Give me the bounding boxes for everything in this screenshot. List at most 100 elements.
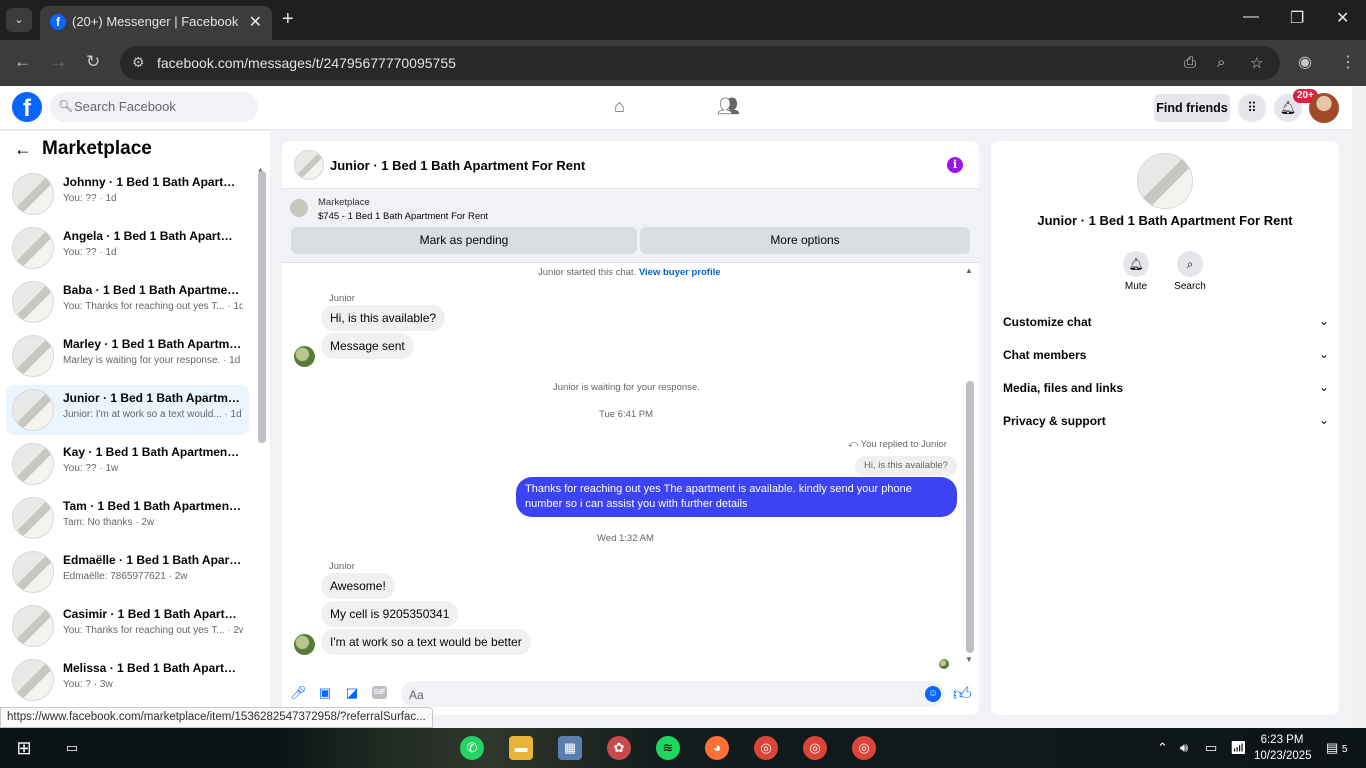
back-button[interactable]: ←: [14, 52, 31, 72]
back-arrow-icon[interactable]: ←: [14, 139, 32, 160]
windows-taskbar: ⊞ ▭ ✆ ▬ ▦ ✿ ≋ ◕ ◎ ◎ ◎ ⌃ 🔊︎ ▭ 📶︎ 6:23 PM …: [0, 728, 1366, 768]
mute-button[interactable]: 🔔︎ Mute: [1106, 251, 1166, 292]
conversation-item[interactable]: Angela · 1 Bed 1 Bath Apartmen... You: ?…: [6, 223, 249, 273]
clock-time: 6:23 PM: [1260, 734, 1304, 746]
browser-tab-bar: ⌄ f (20+) Messenger | Facebook ✕ + — ❐ ✕: [0, 0, 1366, 40]
reload-button[interactable]: ↻: [86, 52, 100, 72]
message-bubble-incoming[interactable]: I'm at work so a text would be better: [321, 629, 531, 655]
profile-icon[interactable]: ◉: [1298, 52, 1312, 72]
menu-grid-icon[interactable]: ⠿: [1238, 94, 1266, 122]
more-options-button[interactable]: More options: [640, 227, 970, 254]
sidebar-scrollbar[interactable]: [258, 171, 266, 443]
view-buyer-profile-link[interactable]: View buyer profile: [639, 267, 721, 278]
find-friends-button[interactable]: Find friends: [1154, 94, 1230, 122]
address-bar[interactable]: ⚙ facebook.com/messages/t/24795677770095…: [120, 46, 1280, 80]
photo-icon[interactable]: ▣: [317, 685, 333, 701]
section-label: Privacy & support: [1003, 414, 1106, 428]
conversation-item[interactable]: Edmaëlle · 1 Bed 1 Bath Apartm... Edmaël…: [6, 547, 249, 597]
message-input[interactable]: Aa ☺: [401, 681, 944, 707]
quoted-message[interactable]: Hi, is this available?: [855, 456, 957, 476]
chrome-icon[interactable]: ◎: [754, 736, 778, 760]
search-conversation-button[interactable]: ⌕ Search: [1160, 251, 1220, 292]
close-tab-icon[interactable]: ✕: [249, 12, 262, 32]
listing-title[interactable]: $745 - 1 Bed 1 Bath Apartment For Rent: [318, 211, 488, 222]
firefox-icon[interactable]: ◕: [705, 736, 729, 760]
taskbar-clock[interactable]: 6:23 PM 10/23/2025: [1254, 732, 1312, 764]
message-bubble-incoming[interactable]: Message sent: [321, 333, 414, 359]
emoji-icon[interactable]: ☺: [925, 686, 941, 702]
conversation-item[interactable]: Johnny · 1 Bed 1 Bath Apartmen... You: ?…: [6, 169, 249, 219]
privacy-support-section[interactable]: Privacy & support ⌄: [1003, 411, 1329, 433]
conversation-preview: Marley is waiting for your response. · 1…: [63, 355, 241, 366]
search-placeholder: Search Facebook: [74, 99, 176, 114]
new-tab-button[interactable]: +: [282, 8, 294, 30]
conversation-item[interactable]: Marley · 1 Bed 1 Bath Apartmen... Marley…: [6, 331, 249, 381]
conversation-item[interactable]: Kay · 1 Bed 1 Bath Apartment F... You: ?…: [6, 439, 249, 489]
restore-button[interactable]: ❐: [1290, 8, 1304, 28]
section-label: Customize chat: [1003, 315, 1092, 329]
sender-avatar[interactable]: [294, 634, 315, 655]
chat-avatar[interactable]: [294, 150, 324, 180]
chat-scroll-up-icon[interactable]: ▲: [965, 266, 973, 275]
chat-scroll-down-icon[interactable]: ▼: [965, 655, 973, 664]
file-explorer-icon[interactable]: ▬: [509, 736, 533, 760]
conversation-item-active[interactable]: Junior · 1 Bed 1 Bath Apartment... Junio…: [6, 385, 249, 435]
site-info-icon[interactable]: ⚙: [132, 54, 145, 71]
tab-search-button[interactable]: ⌄: [6, 8, 32, 32]
chat-members-section[interactable]: Chat members ⌄: [1003, 345, 1329, 367]
conversation-name: Marley · 1 Bed 1 Bath Apartmen...: [63, 337, 243, 351]
forward-button[interactable]: →: [50, 52, 67, 72]
media-files-links-section[interactable]: Media, files and links ⌄: [1003, 378, 1329, 400]
thumbs-up-icon[interactable]: 👍︎: [953, 683, 972, 705]
account-avatar[interactable]: [1309, 93, 1339, 123]
gif-icon[interactable]: GIF: [372, 686, 387, 699]
bookmark-star-icon[interactable]: ☆: [1250, 54, 1263, 72]
chrome-menu-icon[interactable]: ⋮: [1340, 52, 1356, 72]
conversation-item[interactable]: Baba · 1 Bed 1 Bath Apartment ... You: T…: [6, 277, 249, 327]
task-view-icon[interactable]: ▭: [60, 736, 84, 760]
spotify-icon[interactable]: ≋: [656, 736, 680, 760]
clock-date: 10/23/2025: [1254, 750, 1312, 762]
listing-avatar[interactable]: [1137, 153, 1193, 209]
message-bubble-incoming[interactable]: My cell is 9205350341: [321, 601, 459, 627]
show-hidden-icons-icon[interactable]: ⌃: [1157, 740, 1168, 756]
whatsapp-icon[interactable]: ✆: [460, 736, 484, 760]
battery-icon[interactable]: ▭: [1205, 740, 1217, 756]
friends-icon[interactable]: 👥︎: [717, 96, 740, 117]
chat-scrollbar[interactable]: [966, 381, 974, 653]
sidebar-title: Marketplace: [42, 138, 152, 159]
mark-as-pending-button[interactable]: Mark as pending: [291, 227, 637, 254]
install-app-icon[interactable]: ⎙: [1184, 54, 1196, 71]
home-icon[interactable]: ⌂: [614, 96, 625, 117]
chrome-profile-icon[interactable]: ◎: [803, 736, 827, 760]
chat-title[interactable]: Junior · 1 Bed 1 Bath Apartment For Rent: [330, 158, 585, 173]
conversation-item[interactable]: Casimir · 1 Bed 1 Bath Apartme... You: T…: [6, 601, 249, 651]
facebook-logo-icon[interactable]: f: [12, 92, 42, 122]
wifi-icon[interactable]: 📶︎: [1230, 740, 1247, 756]
chrome-profile-icon[interactable]: ◎: [852, 736, 876, 760]
listing-thumbnail[interactable]: [290, 199, 308, 217]
close-window-button[interactable]: ✕: [1336, 8, 1349, 28]
page-scrollbar[interactable]: [1352, 86, 1366, 728]
minimize-button[interactable]: —: [1243, 8, 1259, 26]
timestamp: Wed 1:32 AM: [597, 533, 654, 544]
windows-start-icon[interactable]: ⊞: [12, 736, 36, 760]
app-icon[interactable]: ✿: [607, 736, 631, 760]
microphone-icon[interactable]: 🎤︎: [290, 685, 307, 701]
sender-avatar[interactable]: [294, 346, 315, 367]
notification-center-icon[interactable]: ▤ 5: [1326, 740, 1347, 756]
conversation-item[interactable]: Melissa · 1 Bed 1 Bath Apartme... You: ?…: [6, 655, 249, 705]
customize-chat-section[interactable]: Customize chat ⌄: [1003, 312, 1329, 334]
browser-tab[interactable]: f (20+) Messenger | Facebook ✕: [40, 6, 272, 40]
message-bubble-incoming[interactable]: Hi, is this available?: [321, 305, 446, 331]
volume-icon[interactable]: 🔊︎: [1180, 740, 1188, 756]
zoom-icon[interactable]: ⌕: [1217, 54, 1225, 71]
app-icon[interactable]: ▦: [558, 736, 582, 760]
sticker-icon[interactable]: ◪: [344, 685, 360, 701]
search-input[interactable]: 🔍︎ Search Facebook: [50, 92, 258, 122]
conversation-item[interactable]: Tam · 1 Bed 1 Bath Apartment F... Tam: N…: [6, 493, 249, 543]
message-bubble-outgoing[interactable]: Thanks for reaching out yes The apartmen…: [516, 477, 957, 517]
conversation-preview: Edmaëlle: 7865977621 · 2w: [63, 571, 188, 582]
info-icon[interactable]: i: [947, 157, 963, 173]
message-bubble-incoming[interactable]: Awesome!: [321, 573, 395, 599]
